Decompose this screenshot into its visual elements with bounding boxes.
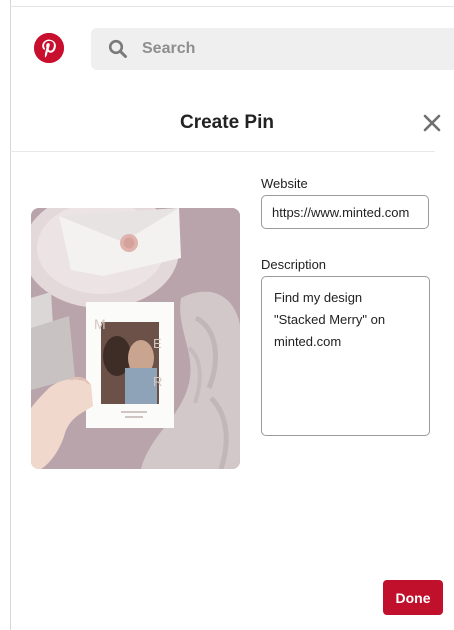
svg-text:M: M	[94, 316, 106, 332]
close-icon[interactable]	[421, 112, 443, 134]
description-input[interactable]: Find my design "Stacked Merry" on minted…	[261, 276, 430, 436]
done-button[interactable]: Done	[383, 580, 443, 615]
window-edge-top	[10, 6, 454, 7]
window-edge-left	[10, 0, 11, 630]
svg-text:E: E	[153, 336, 162, 351]
pinterest-logo-icon[interactable]	[34, 33, 64, 63]
header-divider	[10, 151, 435, 152]
pin-image: M E R	[31, 208, 240, 469]
search-icon	[108, 39, 128, 59]
svg-text:R: R	[153, 374, 162, 389]
website-input[interactable]	[261, 195, 429, 229]
description-label: Description	[261, 257, 327, 272]
dialog-title: Create Pin	[180, 112, 274, 133]
search-bar[interactable]: Search	[91, 28, 454, 70]
search-placeholder[interactable]: Search	[142, 40, 195, 58]
website-label: Website	[261, 176, 308, 191]
